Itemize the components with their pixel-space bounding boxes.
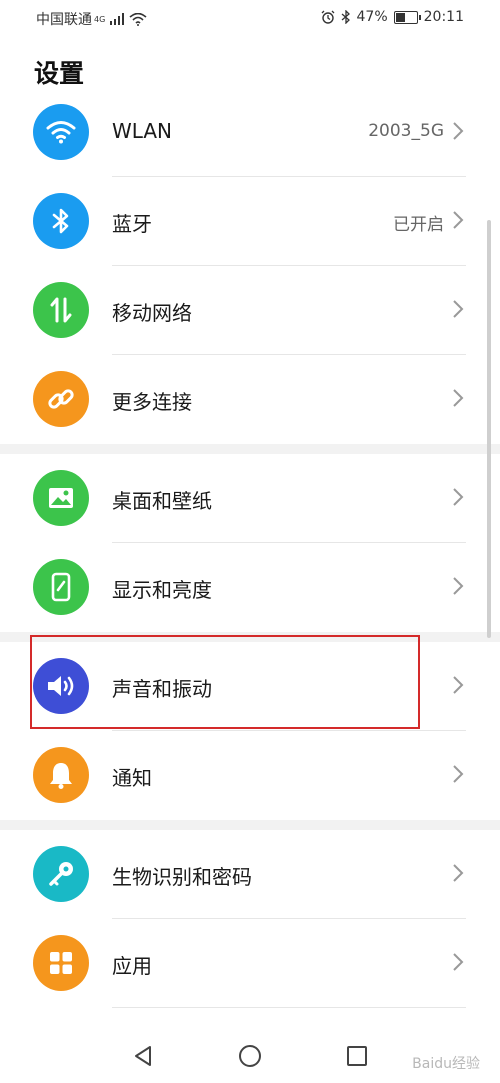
alarm-icon [321, 10, 334, 24]
settings-item-label: 通知 [112, 766, 152, 790]
bluetooth-icon [33, 193, 89, 249]
settings-item-mobile-network[interactable]: 移动网络 [0, 266, 500, 355]
chevron-right-icon [453, 389, 464, 407]
apps-icon [33, 935, 89, 991]
highlight-box [30, 635, 420, 729]
network-type: 4G [94, 14, 106, 24]
status-right: 47% 20:11 [321, 9, 464, 25]
status-time: 20:11 [423, 9, 464, 25]
navigation-bar: Baidu经验 [0, 1027, 500, 1083]
settings-item-notifications[interactable]: 通知 [0, 731, 500, 820]
link-icon [33, 371, 89, 427]
display-icon [33, 559, 89, 615]
settings-item-display-brightness[interactable]: 显示和亮度 [0, 543, 500, 632]
status-bar: 中国联通 4G 47% 20:11 [0, 0, 500, 36]
group-separator [0, 820, 500, 830]
settings-item-biometrics-password[interactable]: 生物识别和密码 [0, 830, 500, 919]
home-icon[interactable] [238, 1044, 262, 1068]
key-icon [33, 846, 89, 902]
chevron-right-icon [453, 122, 464, 140]
settings-item-wlan[interactable]: WLAN 2003_5G [0, 88, 500, 177]
chevron-right-icon [453, 864, 464, 882]
signal-icon [110, 13, 125, 25]
mobile-data-icon [33, 282, 89, 338]
settings-item-label: 应用 [112, 954, 152, 978]
image-icon [33, 470, 89, 526]
scrollbar[interactable] [487, 220, 491, 638]
group-separator [0, 444, 500, 454]
settings-item-apps[interactable]: 应用 [0, 919, 500, 1008]
chevron-right-icon [453, 953, 464, 971]
battery-percent: 47% [356, 9, 388, 25]
settings-item-value: 2003_5G [368, 121, 444, 141]
battery-fill [395, 12, 406, 22]
settings-item-label: 更多连接 [112, 390, 192, 414]
bell-icon [33, 747, 89, 803]
carrier-name: 中国联通 [36, 12, 92, 28]
settings-list: WLAN 2003_5G 蓝牙 已开启 移动网络 更多连接 桌面和壁纸 显示和亮… [0, 88, 500, 1008]
divider [112, 1007, 466, 1008]
recents-icon[interactable] [345, 1044, 369, 1068]
settings-item-label: 桌面和壁纸 [112, 489, 212, 513]
chevron-right-icon [453, 300, 464, 318]
chevron-right-icon [453, 676, 464, 694]
settings-item-label: 移动网络 [112, 301, 192, 325]
wifi-status-icon [129, 12, 147, 26]
battery-icon [393, 10, 421, 24]
status-left: 中国联通 4G [36, 9, 147, 29]
chevron-right-icon [453, 211, 464, 229]
page-title: 设置 [34, 59, 85, 88]
settings-item-value: 已开启 [393, 215, 444, 235]
chevron-right-icon [453, 577, 464, 595]
chevron-right-icon [453, 488, 464, 506]
wifi-icon [33, 104, 89, 160]
watermark: Baidu经验 [412, 1056, 480, 1072]
settings-item-label: 显示和亮度 [112, 578, 212, 602]
settings-item-label: WLAN [112, 119, 173, 143]
chevron-right-icon [453, 765, 464, 783]
settings-item-label: 蓝牙 [112, 212, 152, 236]
settings-item-label: 生物识别和密码 [112, 865, 252, 889]
settings-item-home-wallpaper[interactable]: 桌面和壁纸 [0, 454, 500, 543]
back-icon[interactable] [131, 1044, 155, 1068]
settings-item-bluetooth[interactable]: 蓝牙 已开启 [0, 177, 500, 266]
bluetooth-status-icon [341, 10, 350, 24]
settings-item-more-connections[interactable]: 更多连接 [0, 355, 500, 444]
